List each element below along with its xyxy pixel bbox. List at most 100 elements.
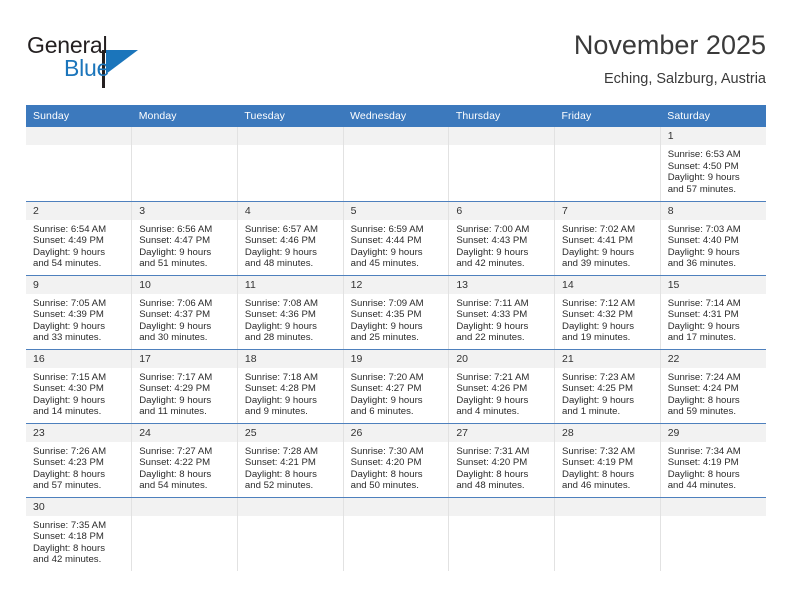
day-cell-15[interactable]: 15 Sunrise: 7:14 AM Sunset: 4:31 PM Dayli… <box>660 275 766 350</box>
calendar-week-row: 1 Sunrise: 6:53 AM Sunset: 4:50 PM Daylig… <box>26 127 766 202</box>
day-number: 8 <box>660 201 766 220</box>
sun-times-text: Sunrise: 7:08 AM Sunset: 4:36 PM Dayligh… <box>244 297 318 344</box>
day-number <box>343 127 449 145</box>
day-cell-inner <box>132 497 237 572</box>
page-title: November 2025 <box>573 30 766 60</box>
day-number: 21 <box>555 349 660 368</box>
brand-logo[interactable]: General Blue <box>26 32 246 94</box>
sun-times-text: Sunrise: 7:12 AM Sunset: 4:32 PM Dayligh… <box>562 297 636 344</box>
weekday-header-sunday: Sunday <box>26 105 132 127</box>
day-number <box>343 497 449 516</box>
day-number <box>660 497 766 516</box>
day-cell-empty <box>237 127 344 202</box>
sun-times-text: Sunrise: 7:28 AM Sunset: 4:21 PM Dayligh… <box>244 445 318 492</box>
day-number <box>132 497 237 516</box>
day-number: 13 <box>449 275 555 294</box>
day-cell-inner: 26 Sunrise: 7:30 AM Sunset: 4:20 PM Dayli… <box>343 423 449 497</box>
weekday-header-monday: Monday <box>131 105 238 127</box>
day-cell-5[interactable]: 5 Sunrise: 6:59 AM Sunset: 4:44 PM Daylig… <box>343 201 450 276</box>
day-number: 22 <box>660 349 766 368</box>
day-number: 29 <box>660 423 766 442</box>
day-number: 25 <box>237 423 343 442</box>
calendar-week-row: 2 Sunrise: 6:54 AM Sunset: 4:49 PM Daylig… <box>26 201 766 276</box>
day-cell-30[interactable]: 30 Sunrise: 7:35 AM Sunset: 4:18 PM Dayli… <box>26 497 133 571</box>
day-cell-27[interactable]: 27 Sunrise: 7:31 AM Sunset: 4:20 PM Dayli… <box>448 423 556 498</box>
sun-times-text: Sunrise: 7:30 AM Sunset: 4:20 PM Dayligh… <box>350 445 424 492</box>
day-cell-11[interactable]: 11 Sunrise: 7:08 AM Sunset: 4:36 PM Dayli… <box>237 275 344 350</box>
sun-times-text <box>132 516 237 520</box>
day-cell-7[interactable]: 7 Sunrise: 7:02 AM Sunset: 4:41 PM Daylig… <box>554 201 661 276</box>
sun-times-text: Sunrise: 7:34 AM Sunset: 4:19 PM Dayligh… <box>667 445 741 492</box>
sun-times-text: Sunrise: 7:17 AM Sunset: 4:29 PM Dayligh… <box>139 371 213 418</box>
day-cell-1[interactable]: 1 Sunrise: 6:53 AM Sunset: 4:50 PM Daylig… <box>660 127 766 202</box>
calendar-page: General Blue November 2025 Eching, Salzb… <box>0 0 792 612</box>
day-cell-9[interactable]: 9 Sunrise: 7:05 AM Sunset: 4:39 PM Daylig… <box>26 275 133 350</box>
day-cell-14[interactable]: 14 Sunrise: 7:12 AM Sunset: 4:32 PM Dayli… <box>554 275 661 350</box>
day-cell-empty <box>660 497 766 571</box>
day-cell-28[interactable]: 28 Sunrise: 7:32 AM Sunset: 4:19 PM Dayli… <box>554 423 661 498</box>
day-cell-inner <box>449 497 555 572</box>
day-cell-inner: 1 Sunrise: 6:53 AM Sunset: 4:50 PM Daylig… <box>660 127 766 201</box>
day-cell-25[interactable]: 25 Sunrise: 7:28 AM Sunset: 4:21 PM Dayli… <box>237 423 344 498</box>
day-cell-empty <box>237 497 344 572</box>
day-cell-inner <box>237 497 343 572</box>
day-cell-empty <box>343 127 450 202</box>
day-number: 24 <box>132 423 237 442</box>
day-cell-13[interactable]: 13 Sunrise: 7:11 AM Sunset: 4:33 PM Dayli… <box>448 275 556 350</box>
day-number: 2 <box>26 201 132 220</box>
sun-times-text <box>449 516 554 520</box>
day-cell-10[interactable]: 10 Sunrise: 7:06 AM Sunset: 4:37 PM Dayli… <box>131 275 238 350</box>
day-number <box>26 127 132 145</box>
day-number <box>132 127 237 145</box>
calendar-week-row: 30 Sunrise: 7:35 AM Sunset: 4:18 PM Dayli… <box>26 497 766 571</box>
sun-times-text: Sunrise: 6:57 AM Sunset: 4:46 PM Dayligh… <box>244 223 318 270</box>
day-cell-inner: 4 Sunrise: 6:57 AM Sunset: 4:46 PM Daylig… <box>237 201 343 275</box>
day-cell-20[interactable]: 20 Sunrise: 7:21 AM Sunset: 4:26 PM Dayli… <box>448 349 556 424</box>
sun-times-text: Sunrise: 7:14 AM Sunset: 4:31 PM Dayligh… <box>667 297 741 344</box>
sun-times-text: Sunrise: 7:09 AM Sunset: 4:35 PM Dayligh… <box>350 297 424 344</box>
location-subtitle: Eching, Salzburg, Austria <box>603 71 766 87</box>
day-number: 12 <box>343 275 449 294</box>
day-number: 20 <box>449 349 555 368</box>
weekday-header-saturday: Saturday <box>660 105 766 127</box>
weekday-header-friday: Friday <box>554 105 661 127</box>
day-cell-17[interactable]: 17 Sunrise: 7:17 AM Sunset: 4:29 PM Dayli… <box>131 349 238 424</box>
sun-times-text <box>555 516 660 520</box>
day-number: 1 <box>660 127 766 145</box>
sun-times-text: Sunrise: 7:11 AM Sunset: 4:33 PM Dayligh… <box>456 297 529 344</box>
day-number: 17 <box>132 349 237 368</box>
day-cell-12[interactable]: 12 Sunrise: 7:09 AM Sunset: 4:35 PM Dayli… <box>343 275 450 350</box>
sun-times-text: Sunrise: 7:03 AM Sunset: 4:40 PM Dayligh… <box>667 223 741 270</box>
day-cell-empty <box>554 497 661 571</box>
sun-times-text: Sunrise: 7:15 AM Sunset: 4:30 PM Dayligh… <box>33 371 107 418</box>
day-cell-6[interactable]: 6 Sunrise: 7:00 AM Sunset: 4:43 PM Daylig… <box>448 201 556 276</box>
day-number: 7 <box>555 201 660 220</box>
sun-times-text: Sunrise: 7:02 AM Sunset: 4:41 PM Dayligh… <box>562 223 636 270</box>
day-cell-24[interactable]: 24 Sunrise: 7:27 AM Sunset: 4:22 PM Dayli… <box>131 423 238 498</box>
day-cell-4[interactable]: 4 Sunrise: 6:57 AM Sunset: 4:46 PM Daylig… <box>237 201 344 276</box>
day-cell-19[interactable]: 19 Sunrise: 7:20 AM Sunset: 4:27 PM Dayli… <box>343 349 450 424</box>
title-block: November 2025 Eching, Salzburg, Austria <box>574 28 766 90</box>
day-cell-8[interactable]: 8 Sunrise: 7:03 AM Sunset: 4:40 PM Daylig… <box>660 201 766 276</box>
day-cell-inner: 14 Sunrise: 7:12 AM Sunset: 4:32 PM Dayli… <box>555 275 660 349</box>
day-cell-22[interactable]: 22 Sunrise: 7:24 AM Sunset: 4:24 PM Dayli… <box>660 349 766 424</box>
day-cell-23[interactable]: 23 Sunrise: 7:26 AM Sunset: 4:23 PM Dayli… <box>26 423 133 498</box>
calendar-header-row: Sunday Monday Tuesday Wednesday Thursday Frid… <box>26 105 766 127</box>
day-cell-2[interactable]: 2 Sunrise: 6:54 AM Sunset: 4:49 PM Daylig… <box>26 201 133 276</box>
day-cell-inner: 16 Sunrise: 7:15 AM Sunset: 4:30 PM Dayli… <box>26 349 132 423</box>
day-cell-16[interactable]: 16 Sunrise: 7:15 AM Sunset: 4:30 PM Dayli… <box>26 349 133 424</box>
day-cell-18[interactable]: 18 Sunrise: 7:18 AM Sunset: 4:28 PM Dayli… <box>237 349 344 424</box>
day-cell-empty <box>131 497 238 572</box>
day-number <box>449 127 555 145</box>
day-cell-3[interactable]: 3 Sunrise: 6:56 AM Sunset: 4:47 PM Daylig… <box>131 201 238 276</box>
day-cell-inner <box>449 127 555 201</box>
day-cell-inner: 5 Sunrise: 6:59 AM Sunset: 4:44 PM Daylig… <box>343 201 449 275</box>
weekday-header: Sunday Monday Tuesday Wednesday Thursday Frid… <box>26 105 766 127</box>
day-cell-inner: 10 Sunrise: 7:06 AM Sunset: 4:37 PM Dayli… <box>132 275 237 349</box>
day-cell-21[interactable]: 21 Sunrise: 7:23 AM Sunset: 4:25 PM Dayli… <box>554 349 661 424</box>
sun-times-text <box>344 516 449 520</box>
day-cell-26[interactable]: 26 Sunrise: 7:30 AM Sunset: 4:20 PM Dayli… <box>343 423 450 498</box>
day-cell-29[interactable]: 29 Sunrise: 7:34 AM Sunset: 4:19 PM Dayli… <box>660 423 766 498</box>
day-number: 10 <box>132 275 237 294</box>
day-number: 3 <box>132 201 237 220</box>
